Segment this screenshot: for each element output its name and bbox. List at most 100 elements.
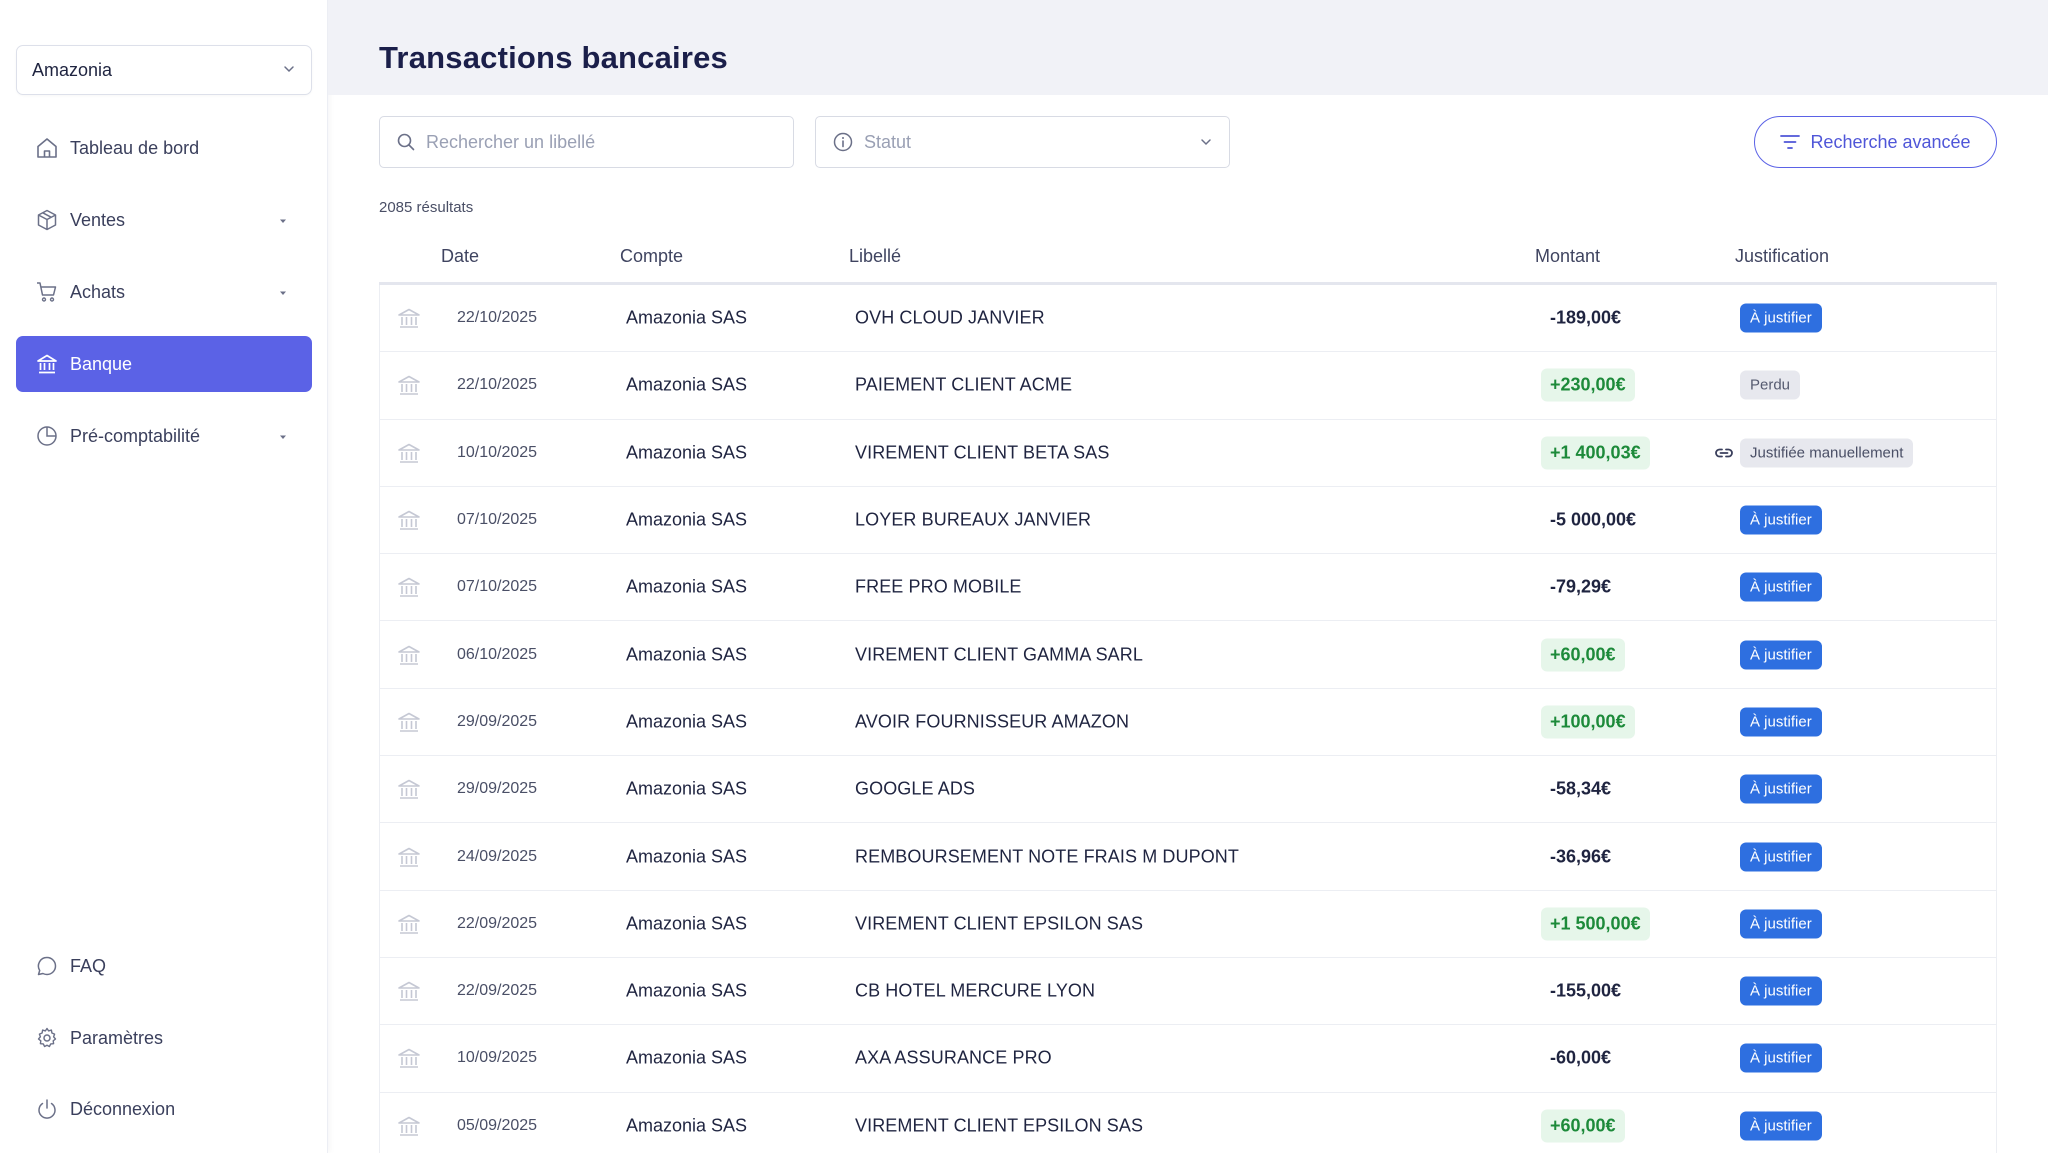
sidebar-item-purchases[interactable]: Achats	[16, 264, 312, 320]
page-title: Transactions bancaires	[379, 40, 729, 75]
sidebar-item-sales[interactable]: Ventes	[16, 192, 312, 248]
sidebar-item-label: Ventes	[70, 209, 126, 230]
justify-badge-button[interactable]: À justifier	[1740, 976, 1822, 1006]
transaction-date: 07/10/2025	[457, 578, 538, 596]
table-row[interactable]: 22/09/2025 Amazonia SAS VIREMENT CLIENT EP…	[379, 890, 1997, 958]
bank-icon	[396, 508, 422, 532]
chevron-down-icon	[282, 60, 296, 81]
bank-icon	[396, 1046, 422, 1070]
justify-badge-button[interactable]: À justifier	[1740, 842, 1822, 872]
caret-down-icon	[278, 210, 288, 231]
transaction-label: OVH CLOUD JANVIER	[855, 307, 1045, 328]
transaction-amount: +60,00€	[1541, 638, 1625, 672]
pie-chart-icon	[34, 423, 60, 449]
status-badge: Justifiée manuellement	[1740, 438, 1914, 468]
table-row[interactable]: 29/09/2025 Amazonia SAS GOOGLE ADS -58,34€ À…	[379, 756, 1997, 824]
transaction-date: 24/09/2025	[457, 847, 538, 865]
transaction-label: GOOGLE ADS	[855, 778, 976, 799]
transaction-label: AXA ASSURANCE PRO	[855, 1047, 1052, 1068]
justify-badge-button[interactable]: À justifier	[1740, 640, 1822, 670]
transaction-label: VIREMENT CLIENT BETA SAS	[855, 442, 1110, 463]
transaction-date: 10/09/2025	[457, 1049, 538, 1067]
table-row[interactable]: 22/10/2025 Amazonia SAS OVH CLOUD JANVIER -…	[379, 285, 1997, 353]
power-icon	[34, 1096, 60, 1122]
link-icon[interactable]	[1713, 442, 1735, 464]
justify-badge-button[interactable]: À justifier	[1740, 505, 1822, 535]
package-icon	[34, 207, 60, 233]
transaction-date: 22/10/2025	[457, 309, 538, 327]
sidebar-item-label: Pré-comptabilité	[70, 425, 201, 446]
status-badge: Perdu	[1740, 370, 1801, 400]
status-select[interactable]: Statut	[815, 116, 1230, 168]
table-row[interactable]: 06/10/2025 Amazonia SAS VIREMENT CLIENT GA…	[379, 621, 1997, 689]
table-body: 22/10/2025 Amazonia SAS OVH CLOUD JANVIER -…	[379, 285, 1997, 1153]
sidebar-item-settings[interactable]: Paramètres	[16, 1010, 312, 1066]
table-row[interactable]: 22/10/2025 Amazonia SAS PAIEMENT CLIENT AC…	[379, 352, 1997, 420]
company-selector[interactable]: Amazonia	[16, 45, 312, 95]
chevron-down-icon	[1199, 135, 1213, 149]
search-icon	[396, 132, 416, 152]
justify-badge-button[interactable]: À justifier	[1740, 909, 1822, 939]
filter-icon	[1780, 134, 1801, 150]
sidebar-item-bank[interactable]: Banque	[16, 336, 312, 392]
search-input[interactable]: Rechercher un libellé	[379, 116, 794, 168]
transaction-label: REMBOURSEMENT NOTE FRAIS M DUPONT	[855, 846, 1239, 867]
chat-bubble-icon	[34, 953, 60, 979]
transaction-amount: -60,00€	[1550, 1047, 1612, 1068]
justify-badge-button[interactable]: À justifier	[1740, 1111, 1822, 1141]
justify-badge-button[interactable]: À justifier	[1740, 774, 1822, 804]
bank-icon	[396, 845, 422, 869]
transaction-account: Amazonia SAS	[626, 576, 748, 597]
column-header-date[interactable]: Date	[441, 246, 479, 267]
bank-icon	[396, 1114, 422, 1138]
table-row[interactable]: 07/10/2025 Amazonia SAS FREE PRO MOBILE -79…	[379, 554, 1997, 622]
justify-badge-button[interactable]: À justifier	[1740, 1043, 1822, 1073]
transaction-account: Amazonia SAS	[626, 913, 748, 934]
gear-icon	[34, 1025, 60, 1051]
table-row[interactable]: 10/09/2025 Amazonia SAS AXA ASSURANCE PRO -…	[379, 1025, 1997, 1093]
sidebar-item-pre-accounting[interactable]: Pré-comptabilité	[16, 408, 312, 464]
table-row[interactable]: 07/10/2025 Amazonia SAS LOYER BUREAUX JANV…	[379, 486, 1997, 555]
transaction-account: Amazonia SAS	[626, 980, 748, 1001]
bank-icon	[396, 575, 422, 599]
transaction-account: Amazonia SAS	[626, 442, 748, 463]
sidebar-item-dashboard[interactable]: Tableau de bord	[16, 120, 312, 176]
search-placeholder: Rechercher un libellé	[426, 131, 596, 152]
column-header-account[interactable]: Compte	[620, 246, 683, 267]
transaction-date: 22/10/2025	[457, 376, 538, 394]
column-header-amount[interactable]: Montant	[1535, 246, 1600, 267]
home-icon	[34, 135, 60, 161]
justify-badge-button[interactable]: À justifier	[1740, 707, 1822, 737]
transaction-amount: -5 000,00€	[1550, 509, 1637, 530]
sidebar-item-logout[interactable]: Déconnexion	[16, 1081, 312, 1137]
sidebar-item-label: Tableau de bord	[70, 137, 200, 158]
table-row[interactable]: 29/09/2025 Amazonia SAS AVOIR FOURNISSEUR …	[379, 688, 1997, 757]
advanced-search-label: Recherche avancée	[1810, 131, 1971, 152]
sidebar-item-faq[interactable]: FAQ	[16, 938, 312, 994]
table-row[interactable]: 24/09/2025 Amazonia SAS REMBOURSEMENT NOTE…	[379, 823, 1997, 891]
sidebar: Amazonia Tableau de bord Ventes Achats B…	[0, 0, 328, 1153]
transaction-amount: -155,00€	[1550, 980, 1622, 1001]
advanced-search-button[interactable]: Recherche avancée	[1754, 116, 1997, 168]
justify-badge-button[interactable]: À justifier	[1740, 572, 1822, 602]
bank-icon	[396, 777, 422, 801]
bank-icon	[396, 912, 422, 936]
transaction-account: Amazonia SAS	[626, 1047, 748, 1068]
table-row[interactable]: 05/09/2025 Amazonia SAS VIREMENT CLIENT EP…	[379, 1092, 1997, 1153]
transaction-date: 22/09/2025	[457, 982, 538, 1000]
transaction-account: Amazonia SAS	[626, 644, 748, 665]
column-header-justification[interactable]: Justification	[1735, 246, 1829, 267]
justify-badge-button[interactable]: À justifier	[1740, 303, 1822, 333]
results-count: 2085 résultats	[379, 199, 474, 216]
column-header-label[interactable]: Libellé	[849, 246, 901, 267]
transaction-date: 05/09/2025	[457, 1116, 538, 1134]
transaction-account: Amazonia SAS	[626, 374, 748, 395]
table-row[interactable]: 22/09/2025 Amazonia SAS CB HOTEL MERCURE L…	[379, 957, 1997, 1026]
bank-icon	[396, 979, 422, 1003]
transaction-amount: +60,00€	[1541, 1109, 1625, 1143]
transaction-account: Amazonia SAS	[626, 711, 748, 732]
transaction-label: VIREMENT CLIENT GAMMA SARL	[855, 644, 1143, 665]
table-row[interactable]: 10/10/2025 Amazonia SAS VIREMENT CLIENT BE…	[379, 419, 1997, 487]
transactions-table: Date Compte Libellé Montant Justificatio…	[379, 230, 1997, 1153]
transaction-amount: -79,29€	[1550, 576, 1612, 597]
